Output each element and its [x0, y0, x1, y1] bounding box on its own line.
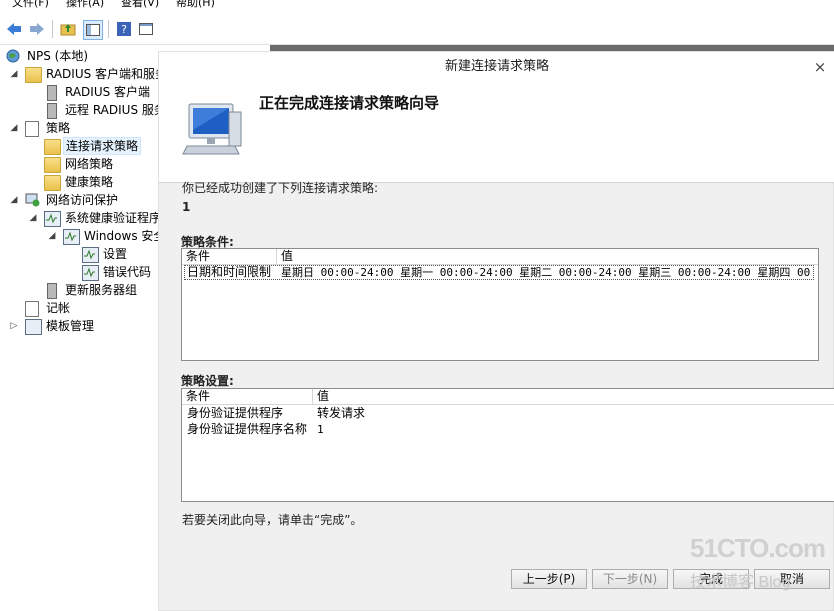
conditions-col-value[interactable]: 值 [277, 249, 817, 264]
up-folder-icon[interactable] [59, 20, 77, 38]
collapse-icon[interactable]: ◢ [9, 119, 19, 137]
help-icon[interactable]: ? [115, 20, 133, 38]
show-hide-tree-icon[interactable] [83, 20, 103, 40]
conditions-header-row: 条件 值 [182, 249, 818, 265]
footer-text: 若要关闭此向导，请单击“完成”。 [182, 513, 363, 527]
new-connection-request-policy-dialog: 新建连接请求策略 × 正在完成连接请求策略向导 你已经成功创建了下列连接请求策略… [158, 51, 834, 611]
settings-list[interactable]: 条件 值 身份验证提供程序 转发请求 身份验证提供程序名称 1 [181, 388, 834, 502]
computer-icon [179, 100, 243, 161]
collapse-icon[interactable]: ◢ [28, 209, 38, 227]
value-cell: 星期日 00:00-24:00 星期一 00:00-24:00 星期二 00:0… [281, 266, 811, 279]
collapse-icon[interactable]: ◢ [47, 227, 57, 245]
close-icon[interactable]: × [809, 52, 831, 82]
health-icon [82, 247, 99, 263]
nap-icon [25, 193, 40, 207]
watermark-logo: 51CTO.com [690, 533, 826, 563]
settings-condition-cell: 身份验证提供程序 [187, 406, 284, 420]
settings-col-value[interactable]: 值 [313, 389, 834, 404]
menu-help[interactable]: 帮助(H) [176, 0, 215, 8]
doc-icon [25, 301, 39, 317]
collapse-icon[interactable]: ◢ [9, 191, 19, 209]
back-icon[interactable] [5, 20, 23, 38]
settings-label: 策略设置: [181, 374, 234, 388]
expand-icon[interactable]: ▷ [9, 317, 19, 335]
next-button[interactable]: 下一步(N) [592, 569, 668, 589]
folder-icon [44, 175, 61, 191]
menu-view[interactable]: 查看(V) [121, 0, 159, 8]
settings-condition-cell: 身份验证提供程序名称 [187, 422, 308, 436]
settings-header-row: 条件 值 [182, 389, 834, 405]
watermark-subtitle: 技术博客 Blog [690, 574, 791, 591]
condition-cell: 日期和时间限制 [187, 265, 272, 279]
toolbar: ? [0, 14, 834, 45]
dialog-titlebar[interactable]: 新建连接请求策略 × [159, 52, 834, 82]
server-icon [47, 103, 57, 119]
conditions-list[interactable]: 条件 值 日期和时间限制 星期日 00:00-24:00 星期一 00:00-2… [181, 248, 819, 361]
navigation-tree: NPS (本地) ◢ RADIUS 客户端和服务器 RADIUS 客户端 远程 … [0, 45, 161, 611]
menu-bar: 文件(F) 操作(A) 查看(V) 帮助(H) [0, 0, 834, 14]
collapse-icon[interactable]: ◢ [9, 65, 19, 83]
settings-value-cell: 转发请求 [317, 406, 366, 420]
server-icon [47, 85, 57, 101]
monitor-icon [25, 319, 42, 335]
server-icon [47, 283, 57, 299]
toolbar-separator [52, 20, 53, 38]
policy-name: 1 [182, 200, 191, 214]
svg-text:?: ? [121, 23, 127, 36]
health-icon [63, 229, 80, 245]
forward-icon[interactable] [28, 20, 46, 38]
conditions-col-condition[interactable]: 条件 [182, 249, 277, 264]
health-icon [82, 265, 99, 281]
wizard-heading: 正在完成连接请求策略向导 [259, 94, 440, 112]
toolbar-separator [108, 20, 109, 38]
properties-icon[interactable] [137, 20, 155, 38]
folder-icon [44, 139, 61, 155]
globe-icon [6, 49, 21, 63]
wizard-header: 正在完成连接请求策略向导 [159, 82, 834, 183]
menu-file[interactable]: 文件(F) [12, 0, 49, 8]
policy-icon [25, 121, 39, 137]
dialog-title: 新建连接请求策略 [444, 59, 549, 74]
health-icon [44, 211, 61, 227]
folder-icon [25, 67, 42, 83]
menu-action[interactable]: 操作(A) [66, 0, 104, 8]
settings-col-condition[interactable]: 条件 [182, 389, 313, 404]
folder-icon [44, 157, 61, 173]
settings-value-cell: 1 [317, 423, 324, 436]
intro-text: 你已经成功创建了下列连接请求策略: [182, 181, 379, 195]
previous-button[interactable]: 上一步(P) [511, 569, 587, 589]
